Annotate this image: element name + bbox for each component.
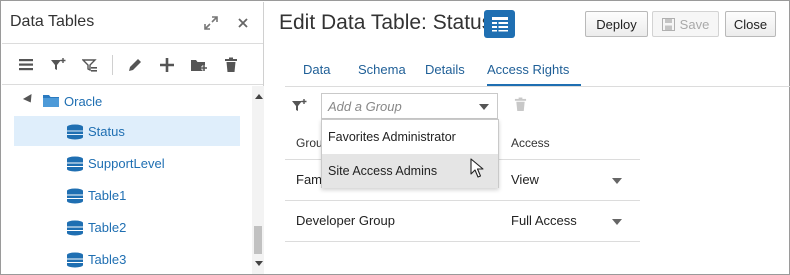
- tree-item-table3[interactable]: Table3: [2, 244, 252, 274]
- list-icon[interactable]: [17, 56, 35, 74]
- add-group-placeholder: Add a Group: [328, 99, 402, 114]
- tree-item-table1[interactable]: Table1: [2, 180, 252, 210]
- tree-folder-label: Oracle: [64, 93, 103, 109]
- scrollbar-thumb[interactable]: [254, 226, 262, 254]
- new-folder-icon[interactable]: [190, 56, 208, 74]
- filter-add-icon[interactable]: [291, 98, 307, 117]
- filter-add-icon[interactable]: [49, 56, 67, 74]
- dropdown-option-favorites-administrator[interactable]: Favorites Administrator: [322, 120, 498, 154]
- tree-item-status[interactable]: Status: [14, 116, 240, 146]
- group-cell: Developer Group: [296, 213, 395, 228]
- close-button[interactable]: Close: [725, 11, 776, 37]
- database-table-icon: [67, 252, 83, 268]
- tab-schema[interactable]: Schema: [358, 62, 406, 77]
- add-group-select[interactable]: Add a Group: [321, 93, 498, 119]
- database-table-icon: [67, 188, 83, 204]
- database-table-icon: [67, 156, 83, 172]
- database-table-icon: [67, 220, 83, 236]
- chevron-down-icon[interactable]: [479, 104, 489, 110]
- group-cell: Fam: [296, 172, 322, 187]
- tree-item-label: Table1: [88, 187, 127, 203]
- delete-icon[interactable]: [514, 97, 527, 115]
- edit-icon[interactable]: [126, 56, 144, 74]
- scroll-down-arrow-icon[interactable]: [255, 261, 263, 266]
- tab-details[interactable]: Details: [425, 62, 465, 77]
- data-table-icon: [484, 10, 515, 38]
- tree-item-table2[interactable]: Table2: [2, 212, 252, 242]
- tree-folder-oracle[interactable]: Oracle: [2, 86, 252, 116]
- column-header-group: Grou: [296, 136, 323, 150]
- tab-data[interactable]: Data: [303, 62, 330, 77]
- panel-title: Data Tables: [10, 13, 95, 30]
- data-table-tree: Oracle Status SupportLevel Table1 Table2: [2, 86, 252, 274]
- access-select[interactable]: View: [511, 172, 539, 187]
- expand-arrow-icon[interactable]: [22, 93, 36, 106]
- panel-header: Data Tables: [2, 2, 263, 44]
- filter-edit-icon[interactable]: [81, 56, 99, 74]
- tree-scrollbar[interactable]: [252, 86, 264, 274]
- close-icon[interactable]: [234, 14, 252, 32]
- tab-divider: [285, 86, 790, 87]
- toolbar-divider: [112, 55, 113, 75]
- save-icon: [661, 17, 675, 31]
- scroll-up-arrow-icon[interactable]: [255, 94, 263, 99]
- tree-item-label: Status: [88, 123, 125, 139]
- tree-toolbar: [2, 45, 263, 85]
- mouse-cursor-icon: [470, 158, 484, 181]
- chevron-down-icon[interactable]: [612, 178, 622, 184]
- data-tables-panel: Data Tables Oracle Status SupportLevel T…: [2, 2, 264, 274]
- save-label: Save: [679, 16, 710, 32]
- column-header-access: Access: [511, 136, 550, 150]
- add-icon[interactable]: [158, 56, 176, 74]
- expand-icon[interactable]: [202, 14, 220, 32]
- editor-panel: Edit Data Table: Status Deploy Save Clos…: [265, 2, 790, 274]
- table-row: Developer Group Full Access: [285, 201, 640, 242]
- save-button[interactable]: Save: [652, 11, 719, 37]
- deploy-button[interactable]: Deploy: [585, 11, 648, 37]
- delete-icon[interactable]: [222, 56, 240, 74]
- app-window: Data Tables Oracle Status SupportLevel T…: [0, 0, 790, 275]
- tab-access-rights[interactable]: Access Rights: [487, 62, 569, 77]
- tree-item-label: Table3: [88, 251, 127, 267]
- tree-item-label: Table2: [88, 219, 127, 235]
- database-table-icon: [67, 124, 83, 140]
- folder-icon: [43, 95, 59, 107]
- tree-item-supportlevel[interactable]: SupportLevel: [2, 148, 252, 178]
- page-title: Edit Data Table: Status: [279, 11, 493, 34]
- access-select[interactable]: Full Access: [511, 213, 577, 228]
- chevron-down-icon[interactable]: [612, 219, 622, 225]
- tree-item-label: SupportLevel: [88, 155, 165, 171]
